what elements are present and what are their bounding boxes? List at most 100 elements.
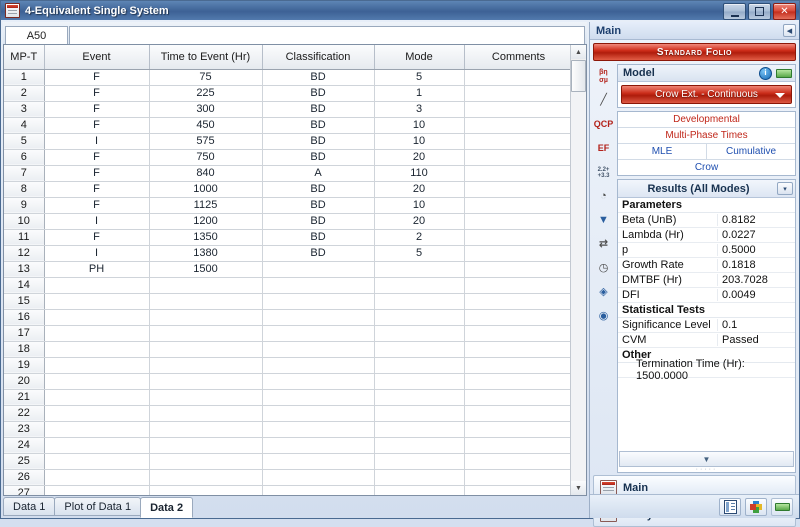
table-row[interactable]: 7 F 840 A 110 bbox=[4, 165, 570, 182]
cell-mode[interactable] bbox=[374, 453, 465, 470]
qcp-icon[interactable]: QCP bbox=[593, 114, 615, 135]
cell-time-to-event[interactable]: 750 bbox=[149, 149, 263, 166]
cell-event[interactable]: F bbox=[44, 117, 150, 134]
row-header-cell[interactable]: 21 bbox=[4, 389, 45, 406]
cell-event[interactable] bbox=[44, 421, 150, 438]
cell-time-to-event[interactable] bbox=[149, 309, 263, 326]
cell-event[interactable]: F bbox=[44, 229, 150, 246]
cell-classification[interactable] bbox=[262, 437, 375, 454]
cell-mode[interactable]: 2 bbox=[374, 229, 465, 246]
table-row[interactable]: 22 bbox=[4, 405, 570, 422]
results-expand-button[interactable]: ▾ bbox=[777, 182, 793, 195]
cell-time-to-event[interactable] bbox=[149, 437, 263, 454]
cell-event[interactable] bbox=[44, 453, 150, 470]
cell-classification[interactable] bbox=[262, 453, 375, 470]
analysis-option-button[interactable]: Cumulative bbox=[707, 144, 795, 159]
analysis-option-button[interactable]: Developmental bbox=[618, 112, 795, 127]
cell-event[interactable] bbox=[44, 373, 150, 390]
cell-event[interactable] bbox=[44, 325, 150, 342]
cell-mode[interactable] bbox=[374, 341, 465, 358]
cell-time-to-event[interactable]: 300 bbox=[149, 101, 263, 118]
ef-icon[interactable]: EF bbox=[593, 138, 615, 159]
cell-time-to-event[interactable] bbox=[149, 277, 263, 294]
formula-input[interactable] bbox=[69, 26, 585, 44]
cell-classification[interactable] bbox=[262, 485, 375, 495]
cell-classification[interactable] bbox=[262, 277, 375, 294]
results-expander-button[interactable]: ▼ bbox=[619, 451, 794, 467]
cell-event[interactable]: F bbox=[44, 149, 150, 166]
cell-event[interactable] bbox=[44, 341, 150, 358]
cell-classification[interactable]: BD bbox=[262, 69, 375, 86]
cell-comments[interactable] bbox=[464, 165, 570, 182]
cell-event[interactable] bbox=[44, 469, 150, 486]
plot-line-icon[interactable]: ╱ bbox=[593, 90, 615, 111]
table-row[interactable]: 6 F 750 BD 20 bbox=[4, 149, 570, 166]
cell-mode[interactable]: 20 bbox=[374, 181, 465, 198]
cell-event[interactable]: F bbox=[44, 101, 150, 118]
row-header-cell[interactable]: 26 bbox=[4, 469, 45, 486]
row-header-cell[interactable]: 12 bbox=[4, 245, 45, 262]
cell-classification[interactable] bbox=[262, 373, 375, 390]
column-header-comments[interactable]: Comments bbox=[464, 45, 570, 70]
table-row[interactable]: 2 F 225 BD 1 bbox=[4, 85, 570, 102]
cell-comments[interactable] bbox=[464, 469, 570, 486]
cell-time-to-event[interactable] bbox=[149, 325, 263, 342]
column-header-classification[interactable]: Classification bbox=[262, 45, 375, 70]
cell-mode[interactable] bbox=[374, 309, 465, 326]
cell-time-to-event[interactable] bbox=[149, 421, 263, 438]
cell-comments[interactable] bbox=[464, 213, 570, 230]
cell-time-to-event[interactable]: 1200 bbox=[149, 213, 263, 230]
cell-time-to-event[interactable]: 1350 bbox=[149, 229, 263, 246]
row-header-cell[interactable]: 27 bbox=[4, 485, 45, 495]
report-icon[interactable] bbox=[719, 497, 741, 516]
data-transfer-icon[interactable]: ⇄ bbox=[593, 234, 615, 255]
cell-classification[interactable] bbox=[262, 309, 375, 326]
green-status-icon[interactable] bbox=[771, 497, 793, 516]
cell-comments[interactable] bbox=[464, 341, 570, 358]
cell-comments[interactable] bbox=[464, 149, 570, 166]
table-row[interactable]: 9 F 1125 BD 10 bbox=[4, 197, 570, 214]
multiplot-icon[interactable] bbox=[745, 497, 767, 516]
cell-comments[interactable] bbox=[464, 389, 570, 406]
sheet-tab[interactable]: Data 1 bbox=[3, 497, 56, 516]
cell-event[interactable]: I bbox=[44, 245, 150, 262]
row-header-cell[interactable]: 19 bbox=[4, 357, 45, 374]
cell-comments[interactable] bbox=[464, 437, 570, 454]
row-header-cell[interactable]: 23 bbox=[4, 421, 45, 438]
analysis-option-button[interactable]: Crow bbox=[618, 160, 795, 175]
sheet-tab[interactable]: Data 2 bbox=[140, 497, 194, 518]
cell-classification[interactable]: BD bbox=[262, 85, 375, 102]
table-row[interactable]: 16 bbox=[4, 309, 570, 326]
row-header-cell[interactable]: 17 bbox=[4, 325, 45, 342]
cell-comments[interactable] bbox=[464, 181, 570, 198]
table-row[interactable]: 20 bbox=[4, 373, 570, 390]
cell-classification[interactable]: BD bbox=[262, 149, 375, 166]
table-row[interactable]: 5 I 575 BD 10 bbox=[4, 133, 570, 150]
scroll-down-icon[interactable]: ▼ bbox=[571, 481, 586, 495]
row-header-cell[interactable]: 20 bbox=[4, 373, 45, 390]
table-row[interactable]: 25 bbox=[4, 453, 570, 470]
cell-time-to-event[interactable] bbox=[149, 453, 263, 470]
cell-comments[interactable] bbox=[464, 85, 570, 102]
cell-classification[interactable] bbox=[262, 389, 375, 406]
cell-comments[interactable] bbox=[464, 101, 570, 118]
cell-mode[interactable] bbox=[374, 293, 465, 310]
green-status-icon[interactable] bbox=[776, 68, 792, 78]
cell-comments[interactable] bbox=[464, 485, 570, 495]
cell-comments[interactable] bbox=[464, 229, 570, 246]
cell-classification[interactable]: BD bbox=[262, 101, 375, 118]
table-row[interactable]: 13 PH 1500 bbox=[4, 261, 570, 278]
row-header-cell[interactable]: 25 bbox=[4, 453, 45, 470]
cell-event[interactable] bbox=[44, 309, 150, 326]
table-row[interactable]: 12 I 1380 BD 5 bbox=[4, 245, 570, 262]
cell-time-to-event[interactable] bbox=[149, 341, 263, 358]
cell-classification[interactable]: BD bbox=[262, 229, 375, 246]
table-row[interactable]: 26 bbox=[4, 469, 570, 486]
tools-icon[interactable]: ◈ bbox=[593, 282, 615, 303]
beta-eta-sigma-mu-icon[interactable]: βη σµ bbox=[593, 66, 615, 87]
cell-comments[interactable] bbox=[464, 197, 570, 214]
row-header-cell[interactable]: 3 bbox=[4, 101, 45, 118]
cell-mode[interactable] bbox=[374, 325, 465, 342]
table-row[interactable]: 21 bbox=[4, 389, 570, 406]
cell-mode[interactable]: 20 bbox=[374, 213, 465, 230]
